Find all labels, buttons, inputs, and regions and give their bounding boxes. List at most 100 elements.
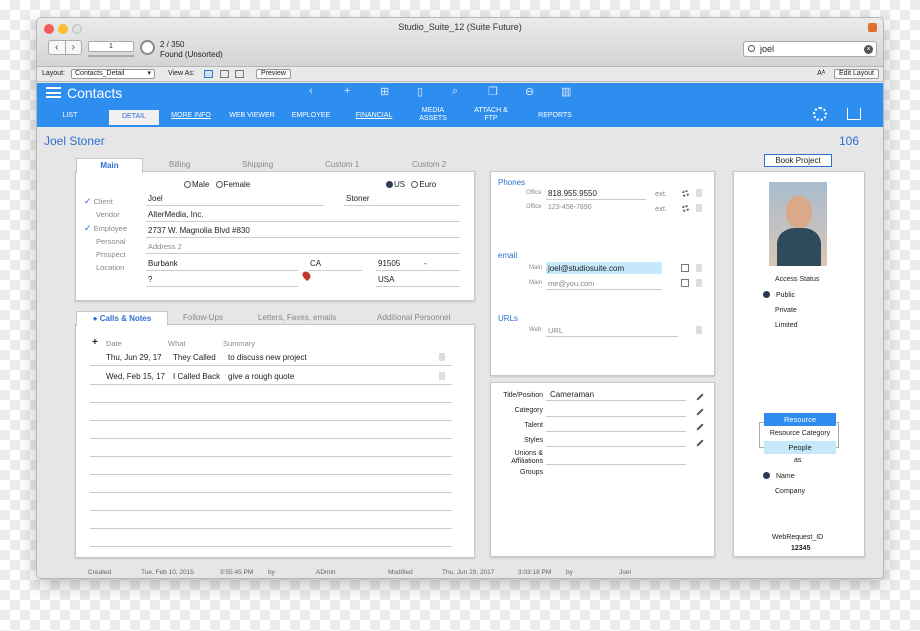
address2-field[interactable]: Address 2 [148, 242, 182, 251]
type-vendor[interactable]: Vendor [96, 210, 120, 219]
web-request-value: 12345 [791, 545, 811, 552]
tab-follow-ups[interactable]: Follow-Ups [183, 313, 223, 322]
gear-icon[interactable] [682, 190, 689, 197]
tab-reports[interactable]: REPORTS [531, 112, 579, 120]
url-field[interactable]: URL [548, 326, 563, 335]
type-client[interactable]: ✓ Client [84, 196, 113, 207]
limited-radio[interactable]: Limited [775, 322, 798, 329]
tab-billing[interactable]: Billing [169, 160, 190, 169]
add-note-button[interactable]: + [92, 337, 98, 348]
col-what: What [168, 339, 186, 348]
last-name-field[interactable]: Stoner [346, 194, 370, 203]
tab-custom-2[interactable]: Custom 2 [412, 160, 446, 169]
list-view-icon[interactable] [220, 70, 229, 78]
delete-email-icon[interactable] [696, 279, 702, 287]
find-icon[interactable]: ⌕ [452, 85, 458, 98]
contact-photo[interactable] [769, 182, 827, 266]
phone-ext[interactable]: ext. [655, 204, 667, 213]
book-project-button[interactable]: Book Project [764, 154, 832, 167]
type-personal[interactable]: Personal [96, 237, 126, 246]
home-icon[interactable] [847, 108, 861, 120]
table-view-icon[interactable] [235, 70, 244, 78]
county-field[interactable]: ? [148, 275, 152, 284]
record-number-field[interactable]: 1 [88, 41, 134, 52]
name-radio[interactable]: Name [763, 472, 795, 480]
delete-note-icon[interactable] [439, 353, 445, 361]
tab-detail[interactable]: DETAIL [109, 110, 159, 125]
omit-icon[interactable]: ⊖ [525, 85, 534, 98]
company-radio[interactable]: Company [775, 488, 805, 495]
delete-url-icon[interactable] [696, 326, 702, 334]
delete-phone-icon[interactable] [696, 204, 702, 212]
delete-email-icon[interactable] [696, 264, 702, 272]
tab-media-assets[interactable]: MEDIA ASSETS [413, 107, 453, 123]
country-radios[interactable]: US Euro [386, 180, 436, 189]
type-employee[interactable]: ✓ Employee [84, 223, 127, 234]
tab-calls-notes[interactable]: ● Calls & Notes [76, 311, 168, 326]
type-prospect[interactable]: Prospect [96, 250, 126, 259]
email-field[interactable]: joel@studiosuite.com [548, 264, 624, 273]
tab-additional-personnel[interactable]: Additional Personnel [377, 313, 450, 322]
email-primary-checkbox[interactable] [681, 279, 689, 287]
preview-button[interactable]: Preview [256, 69, 291, 79]
tab-shipping[interactable]: Shipping [242, 160, 273, 169]
zip-suffix-field[interactable]: - [424, 259, 427, 268]
tab-list[interactable]: LIST [55, 112, 85, 120]
tab-attach-ftp[interactable]: ATTACH & FTP [471, 107, 511, 123]
back-icon[interactable]: ‹ [309, 85, 313, 97]
gear-icon[interactable] [682, 205, 689, 212]
map-pin-icon[interactable] [300, 269, 313, 282]
tab-custom-1[interactable]: Custom 1 [325, 160, 359, 169]
search-input[interactable]: joel × [743, 41, 877, 57]
type-location[interactable]: Location [96, 263, 124, 272]
email-field[interactable]: me@you.com [548, 279, 594, 288]
next-record-button[interactable]: › [66, 41, 82, 54]
tab-employee[interactable]: EMPLOYEE [285, 112, 337, 120]
address1-field[interactable]: 2737 W. Magnolia Blvd #830 [148, 226, 250, 235]
city-field[interactable]: Burbank [148, 259, 178, 268]
country-field[interactable]: USA [378, 275, 394, 284]
zip-field[interactable]: 91505 [378, 259, 400, 268]
copy-icon[interactable]: ❐ [488, 85, 498, 98]
company-field[interactable]: AlterMedia, Inc. [148, 210, 204, 219]
phone-field[interactable]: 123-456-7890 [548, 204, 592, 211]
public-radio[interactable]: Public [763, 291, 795, 299]
edit-icon[interactable] [696, 393, 704, 401]
tab-letters[interactable]: Letters, Faxes, emails [258, 313, 336, 322]
edit-layout-button[interactable]: Edit Layout [833, 69, 879, 79]
tab-web-viewer[interactable]: WEB VIEWER [223, 112, 281, 120]
gender-radios[interactable]: Male Female [184, 180, 250, 189]
phone-field[interactable]: 818.955.9550 [548, 189, 597, 198]
tab-more-info[interactable]: MORE INFO [165, 112, 217, 120]
chart-icon[interactable]: ▥ [561, 85, 571, 98]
email-primary-checkbox[interactable] [681, 264, 689, 272]
new-record-icon[interactable]: + [344, 85, 350, 97]
private-radio[interactable]: Private [775, 307, 797, 314]
edit-icon[interactable] [696, 439, 704, 447]
duplicate-icon[interactable]: ⊞ [380, 85, 389, 98]
edit-icon[interactable] [696, 423, 704, 431]
form-view-icon[interactable] [204, 70, 213, 78]
text-size-icon[interactable]: Aᴬ [817, 67, 825, 81]
urls-title: URLs [498, 314, 519, 323]
delete-icon[interactable]: ▯ [417, 85, 423, 98]
menu-icon[interactable] [46, 87, 61, 98]
first-name-field[interactable]: Joel [148, 194, 163, 203]
delete-note-icon[interactable] [439, 372, 445, 380]
edit-icon[interactable] [696, 408, 704, 416]
clear-search-icon[interactable]: × [864, 45, 873, 54]
prev-record-button[interactable]: ‹ [49, 41, 66, 54]
title-position-field[interactable]: Cameraman [550, 390, 594, 399]
created-by-label: by [268, 569, 275, 576]
tab-main[interactable]: Main [76, 158, 143, 173]
record-slider[interactable] [88, 55, 134, 57]
resource-badge[interactable]: Resource [764, 413, 836, 426]
network-icon[interactable] [813, 107, 827, 121]
state-field[interactable]: CA [310, 259, 321, 268]
phone-ext[interactable]: ext. [655, 189, 667, 198]
delete-phone-icon[interactable] [696, 189, 702, 197]
people-badge[interactable]: People [764, 441, 836, 454]
layout-select[interactable]: Contacts_Detail ▾ [71, 69, 155, 79]
col-summary: Summary [223, 339, 256, 348]
tab-financial[interactable]: FINANCIAL [348, 112, 400, 120]
